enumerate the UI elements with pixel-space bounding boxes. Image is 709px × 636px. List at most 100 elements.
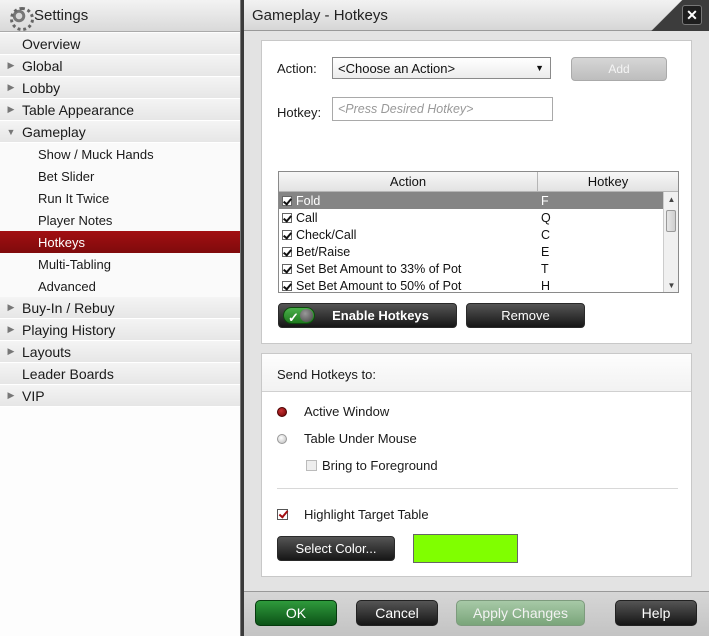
sidebar-item-label: Run It Twice bbox=[38, 190, 110, 206]
bring-to-foreground-checkbox[interactable] bbox=[306, 460, 317, 471]
sidebar-item-label: Advanced bbox=[38, 278, 96, 294]
row-checkbox[interactable] bbox=[282, 280, 292, 291]
active-window-label: Active Window bbox=[304, 404, 390, 419]
row-checkbox[interactable] bbox=[282, 246, 292, 257]
active-window-radio[interactable] bbox=[277, 407, 287, 417]
sidebar-item-vip[interactable]: ▶ VIP bbox=[0, 385, 240, 407]
sidebar-item-label: Leader Boards bbox=[22, 365, 114, 382]
sidebar-item-hotkeys[interactable]: Hotkeys bbox=[0, 231, 240, 253]
hotkey-label: Hotkey: bbox=[277, 105, 322, 120]
row-checkbox[interactable] bbox=[282, 195, 292, 206]
chevron-right-icon: ▶ bbox=[7, 60, 15, 70]
ok-button[interactable]: OK bbox=[255, 600, 337, 626]
row-checkbox[interactable] bbox=[282, 229, 292, 240]
gear-icon bbox=[9, 6, 34, 31]
sidebar-item-table-appearance[interactable]: ▶ Table Appearance bbox=[0, 99, 240, 121]
table-row[interactable]: Set Bet Amount to 50% of Pot H bbox=[279, 277, 663, 293]
enable-hotkeys-toggle[interactable]: ✓ Enable Hotkeys bbox=[278, 303, 457, 328]
sidebar-item-label: Multi-Tabling bbox=[38, 256, 111, 272]
highlight-color-swatch[interactable] bbox=[413, 534, 518, 563]
sidebar-item-label: Bet Slider bbox=[38, 168, 95, 184]
hotkey-editor-panel: Action: <Choose an Action> ▼ Add Hotkey:… bbox=[261, 40, 692, 344]
scroll-up-icon[interactable]: ▲ bbox=[664, 192, 678, 208]
row-hotkey: Q bbox=[541, 210, 551, 225]
sidebar-item-layouts[interactable]: ▶ Layouts bbox=[0, 341, 240, 363]
chevron-right-icon: ▶ bbox=[7, 104, 15, 114]
chevron-down-icon: ▼ bbox=[6, 126, 16, 137]
sidebar-item-label: Player Notes bbox=[38, 212, 113, 228]
table-row[interactable]: Bet/Raise E bbox=[279, 243, 663, 260]
table-header: Action Hotkey bbox=[279, 172, 678, 192]
sidebar-item-label: Buy-In / Rebuy bbox=[22, 299, 115, 316]
chevron-right-icon: ▶ bbox=[7, 82, 15, 92]
remove-button[interactable]: Remove bbox=[466, 303, 585, 328]
main-panel: Gameplay - Hotkeys ✕ Action: <Choose an … bbox=[244, 0, 709, 636]
row-action: Fold bbox=[296, 193, 321, 208]
sidebar-title: Settings bbox=[34, 7, 89, 24]
settings-nav: Overview ▶ Global ▶ Lobby ▶ Table Appearance ▼ G… bbox=[0, 33, 240, 407]
sidebar-item-overview[interactable]: Overview bbox=[0, 33, 240, 55]
help-button[interactable]: Help bbox=[615, 600, 697, 626]
scroll-thumb[interactable] bbox=[666, 210, 676, 232]
sidebar-item-label: VIP bbox=[22, 387, 45, 404]
row-checkbox[interactable] bbox=[282, 212, 292, 223]
row-action: Call bbox=[296, 210, 318, 225]
sidebar-item-buy-in-rebuy[interactable]: ▶ Buy-In / Rebuy bbox=[0, 297, 240, 319]
row-checkbox[interactable] bbox=[282, 263, 292, 274]
toggle-knob bbox=[300, 309, 313, 322]
highlight-target-table-label: Highlight Target Table bbox=[304, 507, 429, 522]
column-header-hotkey[interactable]: Hotkey bbox=[538, 172, 678, 191]
sidebar-item-lobby[interactable]: ▶ Lobby bbox=[0, 77, 240, 99]
row-action: Check/Call bbox=[296, 227, 357, 242]
sidebar-item-player-notes[interactable]: Player Notes bbox=[0, 209, 240, 231]
title-bar: Gameplay - Hotkeys ✕ bbox=[244, 0, 709, 31]
select-color-button[interactable]: Select Color... bbox=[277, 536, 395, 561]
sidebar-item-run-it-twice[interactable]: Run It Twice bbox=[0, 187, 240, 209]
sidebar-item-show-muck-hands[interactable]: Show / Muck Hands bbox=[0, 143, 240, 165]
highlight-target-table-checkbox[interactable] bbox=[277, 509, 288, 520]
sidebar-item-label: Gameplay bbox=[22, 123, 86, 140]
cancel-button[interactable]: Cancel bbox=[356, 600, 438, 626]
sidebar-item-label: Show / Muck Hands bbox=[38, 146, 154, 162]
settings-sidebar: Settings Overview ▶ Global ▶ Lobby ▶ Table App… bbox=[0, 0, 241, 636]
apply-changes-button[interactable]: Apply Changes bbox=[456, 600, 585, 626]
chevron-right-icon: ▶ bbox=[7, 324, 15, 334]
hotkey-input[interactable]: <Press Desired Hotkey> bbox=[332, 97, 553, 121]
send-hotkeys-panel: Send Hotkeys to: Active Window Table Und… bbox=[261, 353, 692, 577]
table-row[interactable]: Call Q bbox=[279, 209, 663, 226]
sidebar-item-gameplay[interactable]: ▼ Gameplay bbox=[0, 121, 240, 143]
sidebar-item-global[interactable]: ▶ Global bbox=[0, 55, 240, 77]
action-select-value: <Choose an Action> bbox=[338, 61, 456, 76]
sidebar-item-playing-history[interactable]: ▶ Playing History bbox=[0, 319, 240, 341]
enable-hotkeys-label: Enable Hotkeys bbox=[332, 308, 429, 323]
column-header-action[interactable]: Action bbox=[279, 172, 538, 191]
sidebar-item-multi-tabling[interactable]: Multi-Tabling bbox=[0, 253, 240, 275]
action-label: Action: bbox=[277, 61, 317, 76]
sidebar-item-label: Global bbox=[22, 57, 63, 74]
action-select[interactable]: <Choose an Action> ▼ bbox=[332, 57, 551, 79]
row-hotkey: F bbox=[541, 193, 549, 208]
send-hotkeys-title: Send Hotkeys to: bbox=[277, 367, 376, 382]
sidebar-header: Settings bbox=[0, 0, 240, 32]
chevron-right-icon: ▶ bbox=[7, 302, 15, 312]
checkmark-icon: ✓ bbox=[288, 310, 299, 325]
bring-to-foreground-label: Bring to Foreground bbox=[322, 458, 438, 473]
row-action: Set Bet Amount to 50% of Pot bbox=[296, 278, 462, 293]
sidebar-item-advanced[interactable]: Advanced bbox=[0, 275, 240, 297]
page-title: Gameplay - Hotkeys bbox=[252, 7, 388, 24]
sidebar-item-leader-boards[interactable]: Leader Boards bbox=[0, 363, 240, 385]
table-row[interactable]: Fold F bbox=[279, 192, 663, 209]
table-scrollbar[interactable]: ▲ ▼ bbox=[663, 192, 678, 292]
footer-bar: OK Cancel Apply Changes Help bbox=[244, 591, 709, 636]
scroll-down-icon[interactable]: ▼ bbox=[664, 278, 678, 292]
add-button[interactable]: Add bbox=[571, 57, 667, 81]
sidebar-item-label: Overview bbox=[22, 35, 81, 52]
table-row[interactable]: Set Bet Amount to 33% of Pot T bbox=[279, 260, 663, 277]
sidebar-item-label: Layouts bbox=[22, 343, 72, 360]
row-hotkey: H bbox=[541, 278, 551, 293]
hotkey-table: Action Hotkey Fold F Call Q Check/Call C Bet/R… bbox=[278, 171, 679, 293]
table-row[interactable]: Check/Call C bbox=[279, 226, 663, 243]
sidebar-item-bet-slider[interactable]: Bet Slider bbox=[0, 165, 240, 187]
close-button[interactable]: ✕ bbox=[682, 5, 702, 25]
table-under-mouse-radio[interactable] bbox=[277, 434, 287, 444]
